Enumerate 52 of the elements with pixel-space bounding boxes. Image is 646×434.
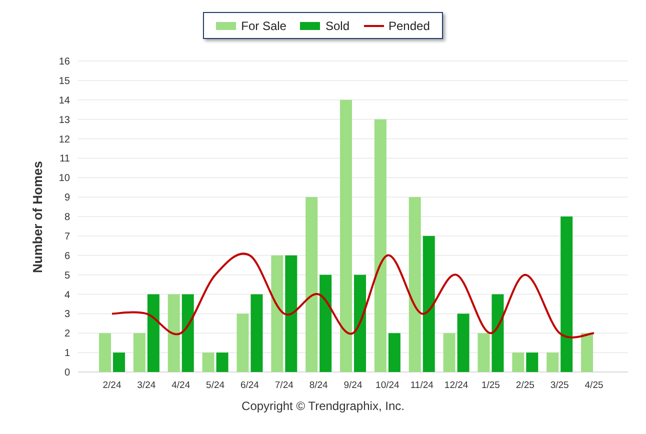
y-tick-label: 14 <box>58 95 70 106</box>
y-tick-label: 12 <box>58 134 70 146</box>
x-tick-label: 5/24 <box>206 380 225 391</box>
y-axis-title: Number of Homes <box>30 161 45 273</box>
for-sale-bar <box>443 333 456 372</box>
x-tick-label: 11/24 <box>410 380 434 391</box>
x-tick-label: 2/25 <box>516 380 534 391</box>
x-tick-label: 1/25 <box>481 380 500 391</box>
y-tick-label: 1 <box>64 348 70 360</box>
y-tick-label: 4 <box>64 290 70 301</box>
y-tick-label: 3 <box>64 309 70 320</box>
x-tick-label: 3/25 <box>550 380 569 391</box>
for-sale-bar <box>133 333 146 372</box>
x-tick-label: 12/24 <box>444 380 468 391</box>
legend-label[interactable]: Sold <box>325 16 350 34</box>
x-tick-label: 7/24 <box>274 380 294 391</box>
copyright-text: Copyright © Trendgraphix, Inc. <box>242 398 404 415</box>
y-tick-label: 9 <box>64 192 70 204</box>
x-tick-label: 8/24 <box>309 380 328 391</box>
sold-bar <box>113 352 125 372</box>
x-tick-label: 3/24 <box>137 380 156 391</box>
y-tick-label: 11 <box>60 154 70 165</box>
x-tick-label: 9/24 <box>344 380 362 391</box>
y-tick-label: 16 <box>58 56 70 68</box>
sold-bar <box>216 352 228 372</box>
for-sale-bar <box>478 333 490 372</box>
sold-bar <box>457 314 470 372</box>
y-tick-label: 5 <box>64 270 70 282</box>
x-tick-label: 4/24 <box>172 380 190 391</box>
y-tick-label: 0 <box>64 368 70 378</box>
x-tick-label: 4/25 <box>584 380 604 391</box>
y-tick-label: 10 <box>58 173 70 184</box>
sold-bar <box>526 352 538 372</box>
legend-line-icon <box>364 24 384 26</box>
x-tick-label: 2/24 <box>102 380 122 391</box>
y-tick-label: 15 <box>58 76 70 87</box>
for-sale-bar <box>546 352 559 372</box>
for-sale-bar <box>581 333 594 372</box>
x-tick-label: 6/24 <box>240 380 259 391</box>
sold-bar <box>388 333 400 372</box>
for-sale-bar <box>99 333 111 372</box>
for-sale-bar <box>512 352 524 372</box>
legend-label[interactable]: For Sale <box>241 16 286 34</box>
legend-label[interactable]: Pended <box>388 16 430 34</box>
y-tick-label: 8 <box>64 212 70 223</box>
y-tick-label: 7 <box>64 231 70 242</box>
for-sale-bar <box>202 352 214 372</box>
y-tick-label: 6 <box>64 250 70 262</box>
for-sale-bar <box>236 314 249 372</box>
y-tick-label: 13 <box>58 114 70 126</box>
y-tick-label: 2 <box>64 328 70 340</box>
x-tick-label: 10/24 <box>376 380 400 391</box>
